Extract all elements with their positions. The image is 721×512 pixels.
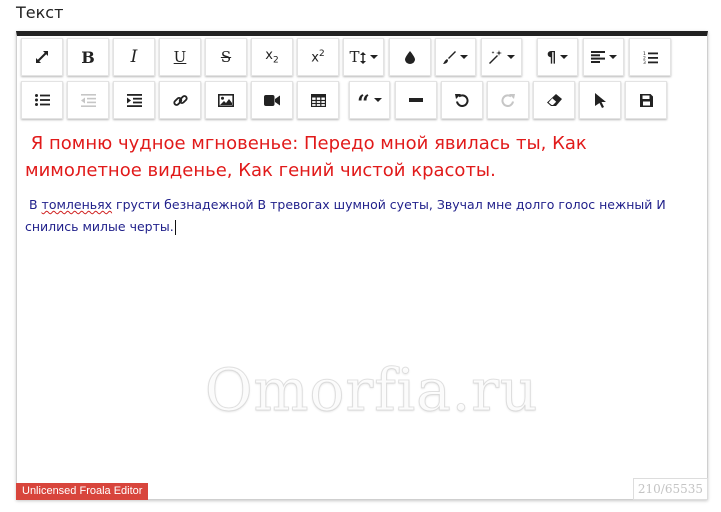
toolbar-row-2: “	[21, 81, 701, 119]
field-label: Текст	[16, 3, 64, 22]
expand-arrows-icon	[36, 51, 48, 63]
font-size-glyph: T	[349, 48, 360, 66]
fullscreen-button[interactable]	[21, 38, 63, 76]
clear-formatting-button[interactable]	[533, 81, 575, 119]
heading-paragraph: Я помню чудное мгновенье: Передо мной яв…	[25, 130, 697, 184]
redo-icon	[501, 94, 515, 107]
undo-icon	[455, 94, 469, 107]
underline-button[interactable]: U	[159, 38, 201, 76]
outdent-icon	[80, 93, 96, 107]
ordered-list-button[interactable]: 1 2 3	[629, 38, 671, 76]
italic-icon: I	[130, 47, 138, 67]
svg-text:3: 3	[643, 60, 646, 64]
italic-button[interactable]: I	[113, 38, 155, 76]
superscript-base: x	[311, 50, 319, 66]
subscript-icon: x2	[265, 48, 278, 66]
image-icon	[218, 93, 234, 107]
chevron-down-icon	[373, 98, 382, 102]
body-text-suffix: грусти безнадежной В тревогах шумной суе…	[25, 197, 666, 234]
eraser-icon	[546, 94, 562, 106]
license-badge[interactable]: Unlicensed Froala Editor	[16, 483, 149, 500]
superscript-index: 2	[318, 48, 325, 59]
unordered-list-button[interactable]	[21, 81, 63, 119]
superscript-button[interactable]: x2	[297, 38, 339, 76]
magic-wand-icon	[489, 50, 502, 64]
ordered-list-icon: 1 2 3	[643, 51, 658, 64]
inline-style-button[interactable]	[481, 38, 522, 76]
insert-image-button[interactable]	[205, 81, 247, 119]
unordered-list-icon	[34, 94, 50, 106]
misspelled-word: томленьях	[41, 197, 113, 212]
chevron-down-icon	[369, 55, 378, 59]
char-counter: 210/65535	[632, 478, 708, 500]
chevron-down-icon	[608, 55, 617, 59]
subscript-button[interactable]: x2	[251, 38, 293, 76]
chevron-down-icon	[560, 55, 569, 59]
indent-button[interactable]	[113, 81, 155, 119]
editor-content-area[interactable]: Я помню чудное мгновенье: Передо мной яв…	[25, 130, 697, 238]
video-camera-icon	[264, 94, 280, 106]
table-icon	[310, 93, 326, 107]
align-button[interactable]	[583, 38, 624, 76]
insert-link-button[interactable]	[159, 81, 201, 119]
outdent-button[interactable]	[67, 81, 109, 119]
toolbar-row-1: B I U S x2 x2 T ¶ 1 2 3	[21, 38, 701, 76]
text-cursor	[174, 220, 176, 235]
chevron-down-icon	[460, 55, 468, 59]
strikethrough-icon: S	[220, 48, 232, 66]
paint-brush-icon	[443, 50, 456, 64]
strikethrough-button[interactable]: S	[205, 38, 247, 76]
quote-icon: “	[357, 91, 370, 117]
rich-text-editor: B I U S x2 x2 T ¶ 1 2 3 “ Я помню чудное…	[16, 31, 708, 500]
text-color-button[interactable]	[389, 38, 431, 76]
chevron-down-icon	[507, 55, 515, 59]
indent-icon	[126, 93, 142, 107]
body-text-prefix: В	[28, 197, 42, 212]
horizontal-line-icon	[409, 98, 423, 102]
paragraph-style-button[interactable]	[435, 38, 476, 76]
subscript-index: 2	[272, 55, 279, 66]
redo-button[interactable]	[487, 81, 529, 119]
save-button[interactable]	[625, 81, 667, 119]
font-size-icon: T	[349, 48, 366, 66]
insert-video-button[interactable]	[251, 81, 293, 119]
horizontal-line-button[interactable]	[395, 81, 437, 119]
underline-icon: U	[173, 48, 187, 66]
color-drop-icon	[405, 50, 415, 64]
quote-button[interactable]: “	[349, 81, 390, 119]
heading-text: Я помню чудное мгновенье: Передо мной яв…	[25, 133, 587, 181]
mouse-pointer-icon	[594, 92, 606, 108]
body-paragraph: В томленьях грусти безнадежной В тревога…	[25, 194, 697, 238]
undo-button[interactable]	[441, 81, 483, 119]
paragraph-format-button[interactable]: ¶	[537, 38, 578, 76]
save-floppy-icon	[639, 93, 653, 107]
link-icon	[172, 94, 188, 106]
bold-icon: B	[81, 47, 95, 67]
watermark-logo: Omorfia.ru	[204, 356, 539, 425]
align-left-icon	[590, 51, 605, 63]
font-size-button[interactable]: T	[343, 38, 384, 76]
insert-table-button[interactable]	[297, 81, 339, 119]
pilcrow-icon: ¶	[546, 48, 557, 66]
select-all-button[interactable]	[579, 81, 621, 119]
editor-toolbar: B I U S x2 x2 T ¶ 1 2 3 “	[21, 38, 701, 124]
bold-button[interactable]: B	[67, 38, 109, 76]
superscript-icon: x2	[311, 49, 324, 65]
subscript-base: x	[265, 48, 273, 64]
